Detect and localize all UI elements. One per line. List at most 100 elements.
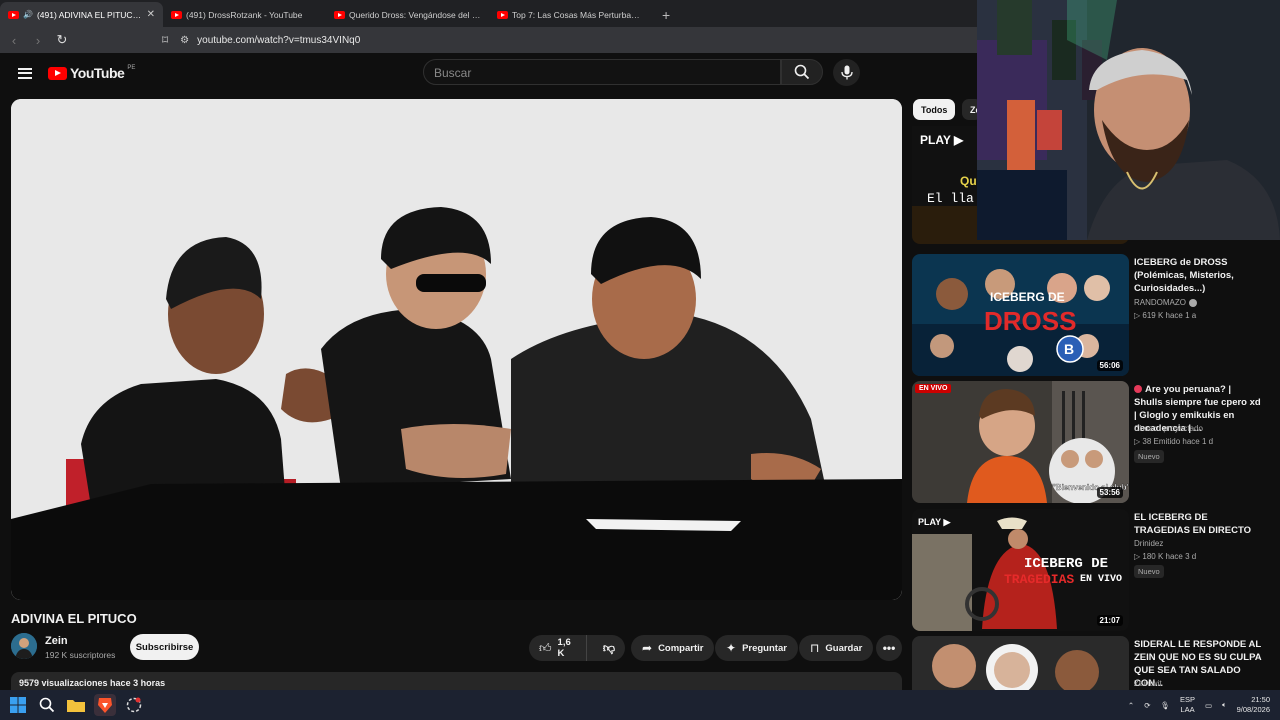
live-badge: EN VIVO xyxy=(915,384,952,393)
dislike-button[interactable]: 👎︎ xyxy=(593,641,625,656)
description-box[interactable]: 9579 visualizaciones hace 3 horas xyxy=(11,672,902,692)
country-code: PE xyxy=(127,65,136,71)
youtube-favicon-icon xyxy=(171,10,182,19)
recommendation-item[interactable]: SIDERAL LE RESPONDE AL ZEIN QUE NO ES SU… xyxy=(912,636,1272,690)
close-tab-icon[interactable]: ✕ xyxy=(147,9,155,20)
browser-tab-1[interactable]: 🔊 (491) ADIVINA EL PITUCO - Yo ✕ xyxy=(0,2,163,27)
svg-text:DROSS: DROSS xyxy=(984,306,1076,336)
site-info-icon[interactable]: ⚙ xyxy=(180,35,189,46)
like-button[interactable]: 👍︎ 1,6 K xyxy=(529,635,587,661)
share-button[interactable]: ➦ Compartir xyxy=(631,635,715,661)
ask-button[interactable]: ✦ Preguntar xyxy=(715,635,798,661)
rec-meta: ▷ 180 K hace 3 d xyxy=(1134,552,1197,561)
rec-meta: ▷ 38 Emitido hace 1 d xyxy=(1134,437,1214,446)
rec-channel: RANDOMAZO xyxy=(1134,298,1197,307)
url-field[interactable]: youtube.com/watch?v=tmus34VINq0 xyxy=(197,35,360,46)
hamburger-menu-icon[interactable] xyxy=(18,67,32,79)
share-label: Compartir xyxy=(658,642,704,654)
volume-icon[interactable]: 🔈︎ xyxy=(1222,700,1227,710)
tab-title: (491) DrossRotzank - YouTube xyxy=(186,9,303,20)
save-button[interactable]: ⊓ Guardar xyxy=(799,635,874,661)
channel-name[interactable]: Zein xyxy=(45,635,68,647)
thumb-text: El lla xyxy=(927,191,974,206)
microphone-icon xyxy=(840,65,853,80)
lang-code: ESP xyxy=(1180,695,1196,704)
video-title: ADIVINA EL PITUCO xyxy=(11,611,137,626)
more-dots-icon: ••• xyxy=(882,641,896,655)
thumbs-down-icon: 👎︎ xyxy=(602,640,615,655)
tab-title: Querido Dross: Vengándose del Bully xyxy=(349,9,481,20)
logo-text: YouTube xyxy=(70,65,125,81)
voice-search-button[interactable] xyxy=(833,59,860,86)
network-icon[interactable]: ▭ xyxy=(1205,701,1212,710)
search-input[interactable]: Buscar xyxy=(423,59,781,85)
views-and-date: 9579 visualizaciones hace 3 horas xyxy=(19,678,166,688)
rec-channel-name: RANDOMAZO xyxy=(1134,298,1186,307)
reload-icon[interactable]: ↻ xyxy=(52,32,72,48)
search-button[interactable] xyxy=(781,59,823,85)
more-actions-button[interactable]: ••• xyxy=(876,635,902,661)
thumb-play-text: PLAY ▶ xyxy=(920,133,964,147)
channel-avatar[interactable] xyxy=(11,633,37,659)
youtube-header: YouTube PE Buscar xyxy=(0,53,976,93)
search-icon xyxy=(794,64,810,80)
webcam-image xyxy=(977,0,1280,240)
search-icon[interactable] xyxy=(36,694,58,716)
live-indicator-icon xyxy=(1134,385,1142,393)
rec-thumbnail: B ICEBERG DE DROSS 56:06 xyxy=(912,254,1129,376)
video-frame xyxy=(11,99,902,600)
avatar-image xyxy=(11,633,37,659)
video-duration: 56:06 xyxy=(1096,360,1123,371)
bookmark-icon[interactable]: ⌑ xyxy=(162,33,168,47)
chevron-up-icon[interactable]: ⌃ xyxy=(1128,701,1134,710)
clock-date: 9/08/2026 xyxy=(1236,705,1270,714)
lang-layout: LAA xyxy=(1180,705,1195,714)
svg-text:ICEBERG DE: ICEBERG DE xyxy=(1024,556,1108,572)
recommendation-item[interactable]: B ICEBERG DE DROSS 56:06 ICEBERG de DROS… xyxy=(912,254,1272,376)
svg-text:TRAGEDIAS: TRAGEDIAS xyxy=(1004,572,1074,587)
language-indicator[interactable]: ESP LAA xyxy=(1180,695,1195,715)
file-explorer-icon[interactable] xyxy=(65,694,87,716)
back-icon[interactable]: ‹ xyxy=(4,33,24,48)
speaker-icon[interactable]: 🔊 xyxy=(23,10,33,19)
rec-channel: Drinidez xyxy=(1134,539,1164,548)
chip-all[interactable]: Todos xyxy=(913,99,956,120)
ask-label: Preguntar xyxy=(742,642,787,654)
windows-taskbar: ⌃ ⟳ 🎙︎ ESP LAA ▭ 🔈︎ 21:50 9/08/2026 xyxy=(0,690,1280,720)
rec-thumbnail: PLAY ▶ ICEBERG DE TRAGEDIAS EN VIVO 21:0… xyxy=(912,509,1129,631)
microphone-icon[interactable]: 🎙︎ xyxy=(1160,701,1170,710)
subscribe-button[interactable]: Subscribirse xyxy=(130,634,199,660)
youtube-logo[interactable]: YouTube PE xyxy=(48,65,135,81)
video-player[interactable] xyxy=(11,99,902,600)
app-icon[interactable] xyxy=(123,694,145,716)
browser-tab-2[interactable]: (491) DrossRotzank - YouTube xyxy=(163,2,326,27)
video-duration: 21:07 xyxy=(1096,615,1123,626)
tab-title: Top 7: Las Cosas Más Perturbadoras d xyxy=(512,9,644,20)
svg-text:EN VIVO: EN VIVO xyxy=(1080,574,1122,585)
browser-tab-3[interactable]: Querido Dross: Vengándose del Bully xyxy=(326,2,489,27)
video-duration: 53:56 xyxy=(1096,487,1123,498)
thumbs-up-icon: 👍︎ xyxy=(539,640,552,655)
clock[interactable]: 21:50 9/08/2026 xyxy=(1237,695,1270,715)
verified-icon xyxy=(1189,298,1197,307)
rec-channel: Chusco proyectado xyxy=(1134,424,1203,433)
share-arrow-icon: ➦ xyxy=(642,641,653,655)
brave-browser-icon[interactable] xyxy=(94,694,116,716)
tab-title: (491) ADIVINA EL PITUCO - Yo xyxy=(36,9,143,20)
letter-b-icon: B xyxy=(1064,341,1074,357)
bookmark-save-icon: ⊓ xyxy=(810,641,820,655)
windows-start-icon[interactable] xyxy=(7,694,29,716)
youtube-favicon-icon xyxy=(497,10,508,19)
sync-icon[interactable]: ⟳ xyxy=(1144,701,1150,710)
youtube-favicon-icon xyxy=(8,10,19,19)
rec-title[interactable]: ICEBERG de DROSS (Polémicas, Misterios, … xyxy=(1134,256,1262,295)
clock-time: 21:50 xyxy=(1251,695,1270,704)
rec-title[interactable]: EL ICEBERG DE TRAGEDIAS EN DIRECTO xyxy=(1134,511,1262,537)
youtube-play-icon xyxy=(48,66,67,80)
recommendation-item[interactable]: PLAY ▶ ICEBERG DE TRAGEDIAS EN VIVO 21:0… xyxy=(912,509,1272,631)
forward-icon[interactable]: › xyxy=(28,33,48,48)
browser-tab-4[interactable]: Top 7: Las Cosas Más Perturbadoras d xyxy=(489,2,652,27)
rec-thumbnail xyxy=(912,636,1129,690)
recommendation-item[interactable]: "Bienvenido al club" EN VIVO 53:56 Are y… xyxy=(912,381,1272,503)
new-tab-button[interactable]: + xyxy=(652,2,680,27)
